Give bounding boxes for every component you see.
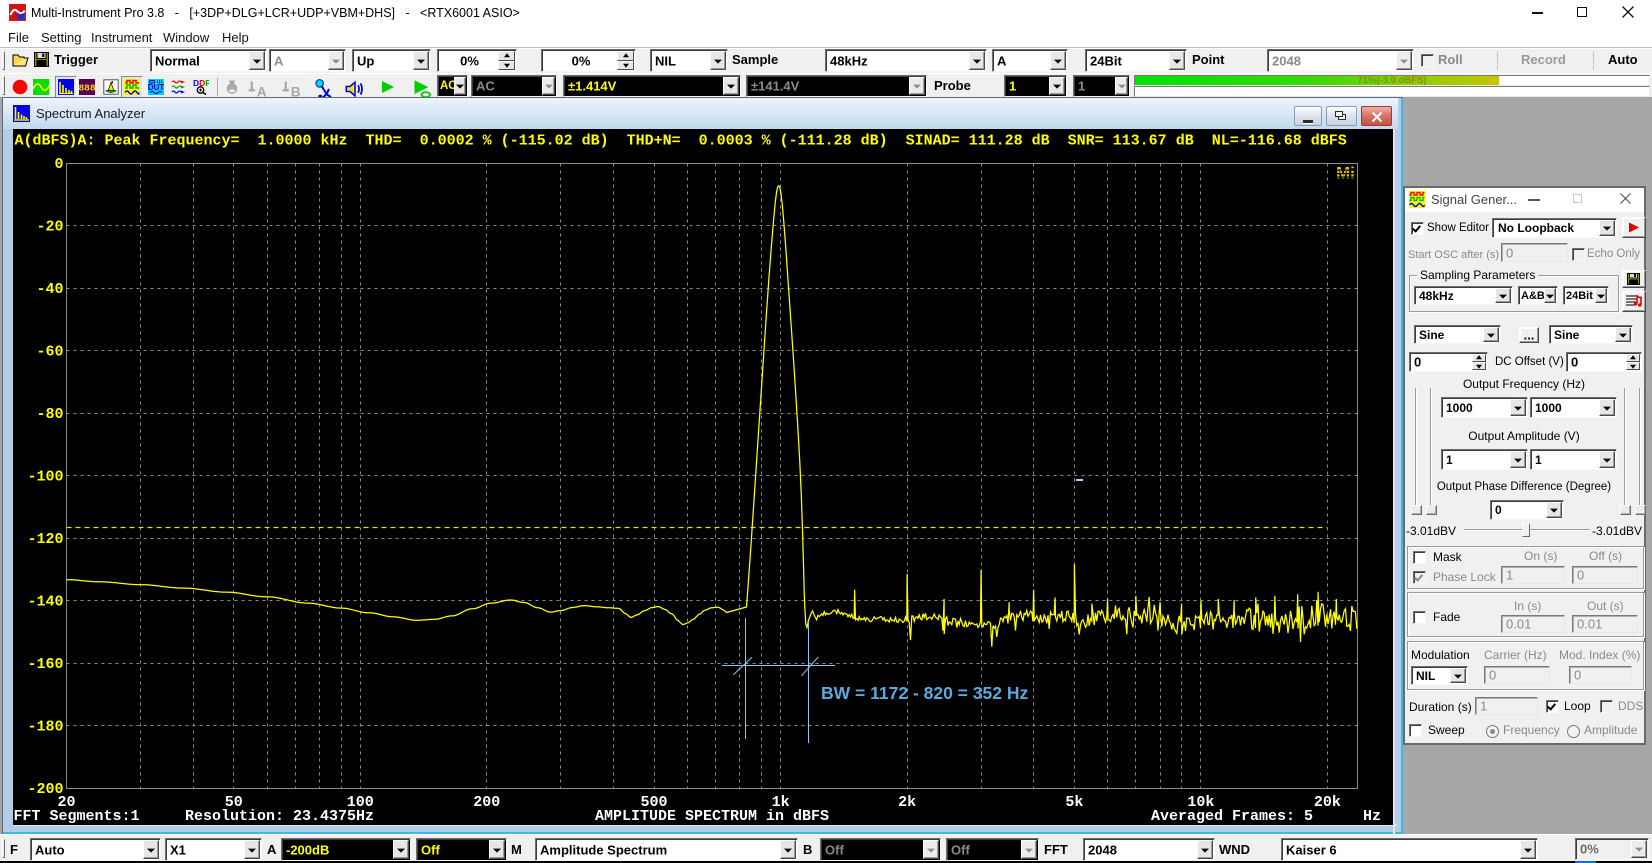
svg-text:888: 888 [79,83,95,94]
svg-text:5k: 5k [1065,794,1083,811]
svg-text:Resolution: 23.4375Hz: Resolution: 23.4375Hz [185,808,374,825]
svg-text:AMPLITUDE SPECTRUM in dBFS: AMPLITUDE SPECTRUM in dBFS [595,808,829,825]
svg-text:-160: -160 [27,656,63,673]
svg-text:-180: -180 [27,719,63,736]
svg-text:FFT Segments:1: FFT Segments:1 [14,808,140,825]
svg-text:BW = 1172 - 820 = 352 Hz: BW = 1172 - 820 = 352 Hz [821,683,1028,703]
svg-text:200: 200 [473,794,500,811]
svg-text:20k: 20k [1314,794,1341,811]
svg-text:-80: -80 [36,406,63,423]
svg-text:-100: -100 [27,469,63,486]
svg-text:-40: -40 [36,281,63,298]
svg-text:2k: 2k [898,794,916,811]
svg-text:0: 0 [54,156,63,173]
svg-text:Averaged Frames: 5: Averaged Frames: 5 [1151,808,1313,825]
svg-text:A(dBFS)A: Peak Frequency= 1.0: A(dBFS)A: Peak Frequency= 1.0000 kHz THD… [15,133,1347,150]
svg-text:-140: -140 [27,594,63,611]
svg-text:Hz: Hz [1363,808,1381,825]
svg-text:-20: -20 [36,219,63,236]
svg-text:-60: -60 [36,344,63,361]
svg-text:DUT: DUT [148,83,164,92]
svg-text:-120: -120 [27,531,63,548]
